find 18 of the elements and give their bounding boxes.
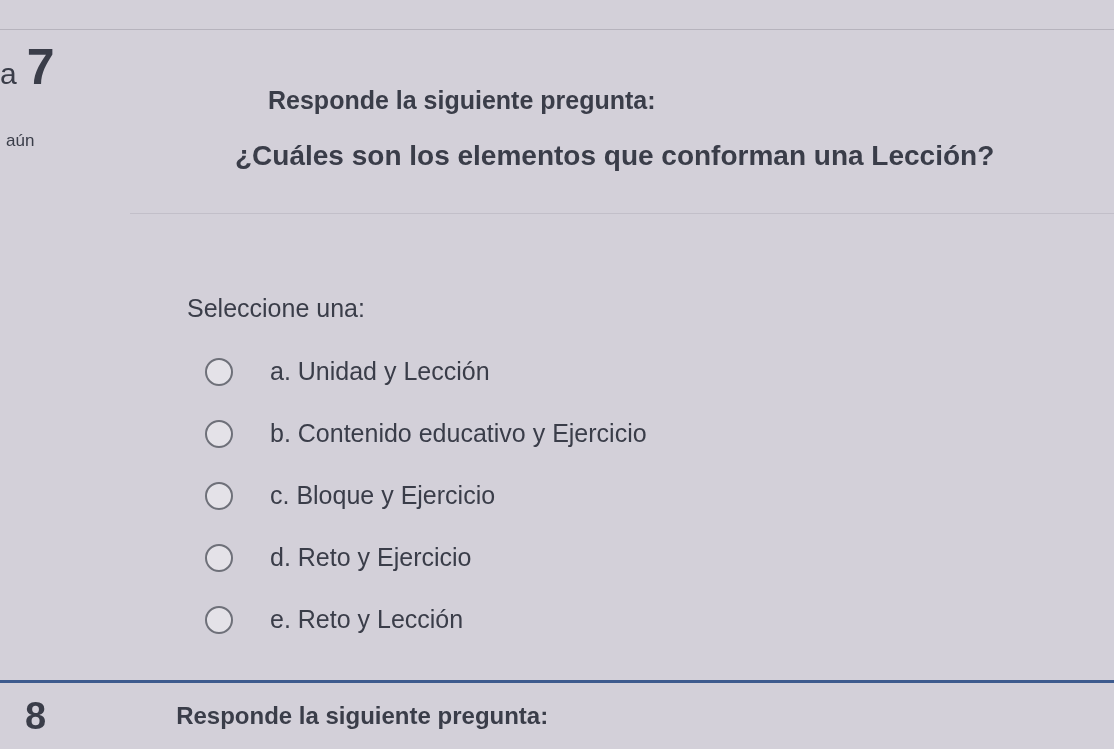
question-instruction: Responde la siguiente pregunta: (176, 701, 549, 731)
option-label[interactable]: c. Bloque y Ejercicio (270, 479, 496, 512)
option-label[interactable]: e. Reto y Lección (270, 603, 464, 636)
question-number: 7 (26, 42, 55, 92)
radio-button[interactable] (205, 605, 233, 634)
radio-button[interactable] (205, 543, 233, 572)
option-label[interactable]: a. Unidad y Lección (270, 355, 490, 388)
select-prompt: Seleccione una: (187, 293, 365, 325)
question-label: a (0, 59, 17, 89)
radio-button[interactable] (205, 357, 233, 386)
radio-button[interactable] (205, 419, 233, 448)
option-label[interactable]: d. Reto y Ejercicio (270, 541, 472, 574)
question-status: aún (6, 130, 35, 152)
question-instruction: Responde la siguiente pregunta: (268, 85, 656, 116)
question-text: ¿Cuáles son los elementos que conforman una Lección? (235, 139, 995, 174)
question-number: 8 (25, 697, 47, 735)
radio-button[interactable] (205, 481, 233, 510)
option-label[interactable]: b. Contenido educativo y Ejercicio (270, 417, 647, 450)
